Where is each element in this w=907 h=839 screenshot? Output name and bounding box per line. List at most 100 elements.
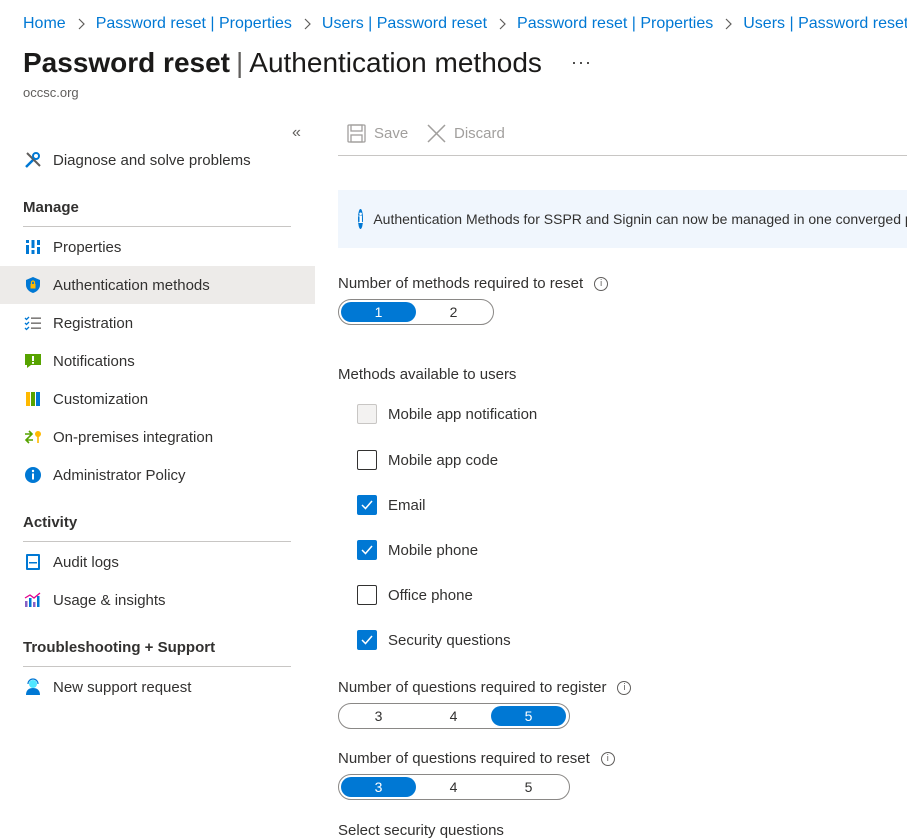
checkmark-icon xyxy=(361,545,373,555)
title-divider: | xyxy=(236,47,244,78)
info-icon: i xyxy=(358,209,364,229)
checkbox-label: Email xyxy=(388,496,426,514)
methods-required-label-text: Number of methods required to reset xyxy=(338,275,584,292)
methods-available-label: Methods available to users xyxy=(338,366,516,383)
collapse-sidebar-button[interactable]: « xyxy=(292,124,301,142)
sidebar-item-label: Customization xyxy=(53,390,149,408)
wrench-icon xyxy=(23,150,43,170)
sidebar-item-label: Properties xyxy=(53,238,122,256)
questions-reset-toggle: 3 4 5 xyxy=(338,774,570,800)
checkmark-icon xyxy=(361,635,373,645)
sidebar-item-registration[interactable]: Registration xyxy=(0,304,315,342)
page-title-blade: Authentication methods xyxy=(249,47,542,78)
checkbox-office-phone[interactable]: Office phone xyxy=(357,585,473,605)
info-tooltip-icon[interactable]: i xyxy=(600,751,615,766)
divider xyxy=(23,666,291,667)
checkbox-box xyxy=(357,630,377,650)
questions-reset-label-text: Number of questions required to reset xyxy=(338,750,590,767)
methods-required-toggle: 1 2 xyxy=(338,299,494,325)
discard-button[interactable]: Discard xyxy=(427,124,505,143)
checkbox-mobile-phone[interactable]: Mobile phone xyxy=(357,540,478,560)
questions-reset-label: Number of questions required to reset i xyxy=(338,750,615,767)
checkbox-mobile-app-code[interactable]: Mobile app code xyxy=(357,450,498,470)
sidebar-item-label: Diagnose and solve problems xyxy=(53,151,251,169)
breadcrumb-home[interactable]: Home xyxy=(23,15,66,33)
sidebar-item-authentication-methods[interactable]: Authentication methods xyxy=(0,266,315,304)
section-heading-manage: Manage xyxy=(23,199,79,216)
questions-register-option-5[interactable]: 5 xyxy=(491,706,566,726)
save-icon xyxy=(347,124,366,143)
sidebar-item-notifications[interactable]: Notifications xyxy=(0,342,315,380)
sidebar-item-label: Notifications xyxy=(53,352,135,370)
methods-required-option-1[interactable]: 1 xyxy=(341,302,416,322)
methods-required-label: Number of methods required to reset i xyxy=(338,275,609,292)
page-title: Password reset | Authentication methods xyxy=(23,44,542,82)
toolbar-divider xyxy=(338,155,907,156)
shield-icon xyxy=(23,275,43,295)
checkbox-box xyxy=(357,404,377,424)
sidebar-item-properties[interactable]: Properties xyxy=(0,228,315,266)
checkbox-label: Mobile app notification xyxy=(388,405,538,423)
more-options-button[interactable]: ··· xyxy=(571,52,592,73)
sidebar-item-label: Usage & insights xyxy=(53,591,166,609)
customization-icon xyxy=(23,389,43,409)
discard-label: Discard xyxy=(454,125,505,142)
sidebar-item-diagnose[interactable]: Diagnose and solve problems xyxy=(0,141,315,179)
select-security-questions-label: Select security questions xyxy=(338,822,504,839)
methods-required-option-2[interactable]: 2 xyxy=(416,302,491,322)
sidebar-item-customization[interactable]: Customization xyxy=(0,380,315,418)
breadcrumb-users-password-reset-2[interactable]: Users | Password reset xyxy=(743,15,907,33)
checkbox-box xyxy=(357,495,377,515)
audit-log-icon xyxy=(23,552,43,572)
info-banner-text: Authentication Methods for SSPR and Sign… xyxy=(373,211,907,227)
breadcrumb-password-reset-properties[interactable]: Password reset | Properties xyxy=(96,15,292,33)
sidebar-item-new-support-request[interactable]: New support request xyxy=(0,668,315,706)
checkbox-box xyxy=(357,450,377,470)
questions-register-toggle: 3 4 5 xyxy=(338,703,570,729)
checkbox-label: Mobile phone xyxy=(388,541,479,559)
questions-reset-option-3[interactable]: 3 xyxy=(341,777,416,797)
sidebar-item-audit-logs[interactable]: Audit logs xyxy=(0,543,315,581)
sidebar-item-on-premises-integration[interactable]: On-premises integration xyxy=(0,418,315,456)
chevron-right-icon xyxy=(77,18,86,30)
sidebar-item-label: New support request xyxy=(53,678,192,696)
checkbox-mobile-app-notification[interactable]: Mobile app notification xyxy=(357,404,537,424)
questions-reset-option-4[interactable]: 4 xyxy=(416,777,491,797)
checkbox-label: Mobile app code xyxy=(388,451,499,469)
chevron-right-icon xyxy=(303,18,312,30)
on-premises-icon xyxy=(23,427,43,447)
divider xyxy=(23,226,291,227)
properties-icon xyxy=(23,237,43,257)
info-icon xyxy=(23,465,43,485)
breadcrumb-users-password-reset[interactable]: Users | Password reset xyxy=(322,15,487,33)
breadcrumb-password-reset-properties-2[interactable]: Password reset | Properties xyxy=(517,15,713,33)
info-banner: i Authentication Methods for SSPR and Si… xyxy=(338,190,907,248)
info-tooltip-icon[interactable]: i xyxy=(617,680,632,695)
checkbox-email[interactable]: Email xyxy=(357,495,426,515)
sidebar-item-label: On-premises integration xyxy=(53,428,214,446)
section-heading-support: Troubleshooting + Support xyxy=(23,639,216,656)
sidebar-item-label: Registration xyxy=(53,314,134,332)
questions-register-label-text: Number of questions required to register xyxy=(338,679,607,696)
support-person-icon xyxy=(23,677,43,697)
questions-register-option-3[interactable]: 3 xyxy=(341,706,416,726)
sidebar-item-label: Authentication methods xyxy=(53,276,210,294)
checkmark-icon xyxy=(361,500,373,510)
questions-register-label: Number of questions required to register… xyxy=(338,679,632,696)
checkbox-label: Security questions xyxy=(388,631,511,649)
methods-available-label-text: Methods available to users xyxy=(338,366,517,383)
checkbox-label: Office phone xyxy=(388,586,473,604)
checklist-icon xyxy=(23,313,43,333)
questions-reset-option-5[interactable]: 5 xyxy=(491,777,566,797)
section-heading-activity: Activity xyxy=(23,514,78,531)
sidebar-item-usage-insights[interactable]: Usage & insights xyxy=(0,581,315,619)
chevron-right-icon xyxy=(724,18,733,30)
notification-icon xyxy=(23,351,43,371)
save-button[interactable]: Save xyxy=(347,124,408,143)
checkbox-security-questions[interactable]: Security questions xyxy=(357,630,511,650)
sidebar-item-administrator-policy[interactable]: Administrator Policy xyxy=(0,456,315,494)
questions-register-option-4[interactable]: 4 xyxy=(416,706,491,726)
close-icon xyxy=(427,124,446,143)
info-tooltip-icon[interactable]: i xyxy=(594,276,609,291)
breadcrumb: Home Password reset | Properties Users |… xyxy=(23,13,907,35)
